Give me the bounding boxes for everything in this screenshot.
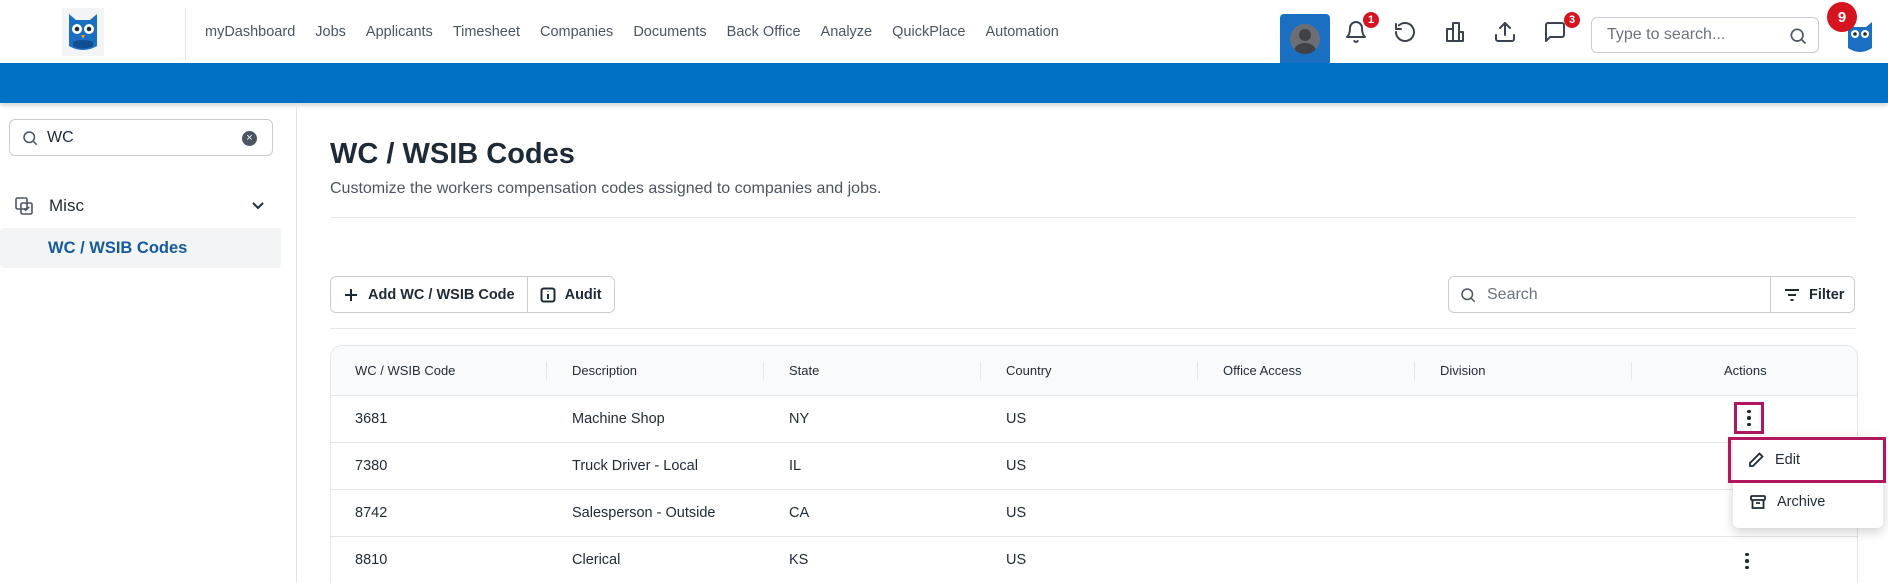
column-header-state[interactable]: State [789,363,819,378]
nav-automation[interactable]: Automation [985,24,1058,40]
table-row[interactable]: 8742 Salesperson - Outside CA US [331,490,1857,537]
settings-sidebar: WC × Misc WC / WSIB Codes [0,103,297,583]
menu-item-edit-label: Edit [1775,452,1800,468]
cell-description: Salesperson - Outside [572,505,716,521]
audit-label: Audit [564,286,602,303]
add-wc-code-label: Add WC / WSIB Code [368,286,515,303]
filter-label: Filter [1809,286,1845,303]
toolbar-button-group: Add WC / WSIB Code Audit [330,276,615,313]
profile-badge: 9 [1827,2,1857,32]
table-header: WC / WSIB Code Description State Country… [331,346,1857,396]
sidebar-search-value: WC [47,129,74,146]
user-avatar-tab[interactable] [1280,14,1330,63]
copy-check-icon [14,196,34,216]
page-title: WC / WSIB Codes [330,138,575,170]
cell-description: Clerical [572,552,621,568]
avatar [1290,23,1320,54]
nav-back-office[interactable]: Back Office [727,24,801,40]
chevron-down-icon[interactable] [250,197,266,213]
upload-icon[interactable] [1492,19,1518,45]
column-separator [546,362,547,380]
audit-button[interactable]: Audit [526,277,614,312]
cell-description: Machine Shop [572,411,665,427]
column-header-office-access[interactable]: Office Access [1223,363,1302,378]
main-nav: myDashboard Jobs Applicants Timesheet Co… [205,0,1079,63]
archive-icon [1750,495,1766,509]
cell-state: CA [789,505,810,521]
sidebar-item-label: WC / WSIB Codes [48,239,188,257]
table-row[interactable]: 7380 Truck Driver - Local IL US [331,443,1857,490]
nav-documents[interactable]: Documents [633,24,706,40]
wc-codes-table: WC / WSIB Code Description State Country… [330,345,1858,583]
building-icon[interactable] [1442,19,1468,45]
page-subtitle: Customize the workers compensation codes… [330,180,882,197]
cell-state: NY [789,411,810,427]
column-separator [1414,362,1415,380]
cell-description: Truck Driver - Local [572,458,698,474]
history-icon[interactable] [1392,19,1418,45]
column-separator [1631,362,1632,380]
row-actions-kebab-icon[interactable] [1737,549,1757,573]
sidebar-section-label: Misc [49,196,84,215]
column-header-actions: Actions [1724,363,1767,378]
filter-icon [1785,288,1799,301]
pencil-icon [1749,452,1764,467]
column-header-code[interactable]: WC / WSIB Code [355,363,455,378]
column-separator [980,362,981,380]
row-actions-kebab-icon[interactable] [1734,402,1764,434]
nav-mydashboard[interactable]: myDashboard [205,24,295,40]
menu-item-archive[interactable]: Archive [1733,482,1883,522]
divider [330,217,1856,218]
cell-country: US [1006,552,1027,568]
nav-applicants[interactable]: Applicants [366,24,433,40]
global-search-placeholder: Type to search... [1607,26,1726,43]
table-search-placeholder: Search [1487,286,1538,303]
column-header-country[interactable]: Country [1006,363,1052,378]
table-search-bar: Search Filter [1448,276,1855,313]
table-search-input[interactable]: Search [1449,277,1770,312]
app-logo[interactable] [62,8,104,56]
column-header-description[interactable]: Description [572,363,637,378]
sidebar-section-misc[interactable]: Misc [14,195,274,217]
cell-country: US [1006,411,1027,427]
nav-companies[interactable]: Companies [540,24,613,40]
nav-jobs[interactable]: Jobs [315,24,346,40]
column-separator [1197,362,1198,380]
menu-item-edit[interactable]: Edit [1728,437,1886,483]
sidebar-search-input[interactable]: WC × [9,119,273,156]
nav-divider [185,8,186,60]
sidebar-item-wc-wsib-codes[interactable]: WC / WSIB Codes [0,228,281,268]
search-icon [1790,28,1807,45]
cell-code: 8810 [355,552,388,568]
divider [330,328,1856,329]
messages-badge: 3 [1564,12,1580,28]
header-banner [0,63,1888,103]
add-wc-code-button[interactable]: Add WC / WSIB Code [331,277,527,312]
search-icon [23,131,38,146]
menu-item-archive-label: Archive [1777,494,1826,510]
top-navbar: myDashboard Jobs Applicants Timesheet Co… [0,0,1888,63]
search-icon [1461,288,1476,303]
row-actions-menu: Edit Archive [1728,436,1886,528]
cell-state: KS [789,552,809,568]
plus-icon [345,288,357,301]
cell-code: 3681 [355,411,388,427]
column-separator [763,362,764,380]
cell-country: US [1006,458,1027,474]
clear-icon[interactable]: × [242,131,257,146]
cell-state: IL [789,458,802,474]
global-search-input[interactable]: Type to search... [1591,17,1819,53]
cell-country: US [1006,505,1027,521]
nav-analyze[interactable]: Analyze [821,24,873,40]
notifications-badge: 1 [1363,12,1379,28]
info-icon [540,287,556,302]
nav-timesheet[interactable]: Timesheet [453,24,520,40]
table-row[interactable]: 3681 Machine Shop NY US [331,396,1857,443]
table-row[interactable]: 8810 Clerical KS US [331,537,1857,583]
cell-code: 7380 [355,458,388,474]
filter-button[interactable]: Filter [1770,277,1854,312]
nav-quickplace[interactable]: QuickPlace [892,24,965,40]
column-header-division[interactable]: Division [1440,363,1486,378]
cell-code: 8742 [355,505,388,521]
